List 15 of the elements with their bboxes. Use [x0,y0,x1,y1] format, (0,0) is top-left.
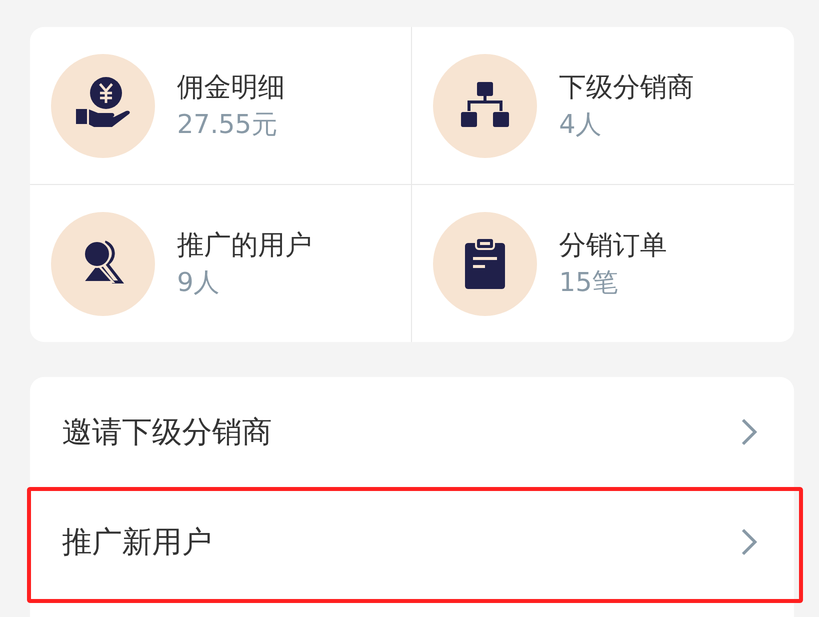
stat-value: 27.55元 [177,108,278,142]
chevron-right-icon [740,527,758,557]
clipboard-icon [463,236,507,290]
menu-item[interactable]: 邀请下级分销商 [30,377,794,487]
stat-value: 4人 [559,108,602,142]
stat-title: 推广的用户 [177,228,312,262]
stat-value: 9人 [177,266,220,300]
stat-value: 15笔 [559,266,618,300]
menu-label: 推广新用户 [62,524,212,562]
stat-title: 佣金明细 [177,70,285,104]
menu-label: 邀请下级分销商 [62,414,272,452]
stat-title: 下级分销商 [559,70,694,104]
stat-title: 分销订单 [559,228,667,262]
chevron-right-icon [740,417,758,447]
menu-item[interactable]: 推广新用户 [30,487,794,597]
